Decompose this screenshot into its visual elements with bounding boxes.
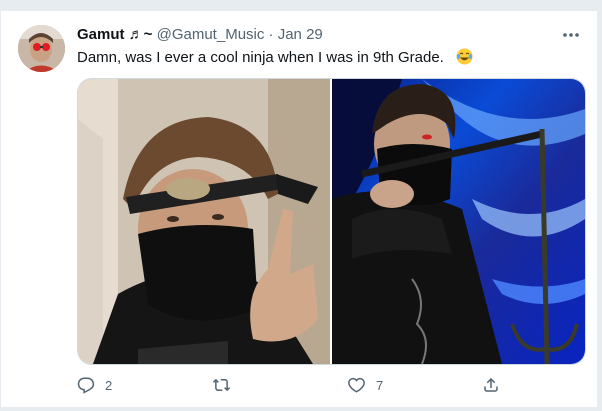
tweet-text-content: Damn, was I ever a cool ninja when I was… [77,49,444,66]
retweet-button[interactable] [212,373,241,397]
reply-button[interactable]: 2 [77,373,112,397]
tweet-header: Gamut ♬~ @Gamut_Music · Jan 29 [77,25,323,45]
ninja-photo-headband[interactable] [78,79,330,364]
reply-count: 2 [105,377,113,393]
share-icon [482,376,500,394]
user-handle[interactable]: @Gamut_Music [157,26,265,43]
tweet-date[interactable]: Jan 29 [278,26,323,43]
tweet-media[interactable] [77,78,586,365]
reply-icon [77,376,95,394]
avatar[interactable] [18,25,65,72]
tweet-card[interactable]: Gamut ♬~ @Gamut_Music · Jan 29 Damn, was… [1,11,597,407]
tweet-text: Damn, was I ever a cool ninja when I was… [77,48,473,68]
more-options-icon[interactable] [559,23,583,47]
like-button[interactable]: 7 [347,373,383,397]
face-with-tears-of-joy-icon [456,48,473,65]
tweet-actions: 2 7 [77,373,507,397]
ninja-photo-sai-blue-background[interactable] [332,79,585,364]
retweet-icon [212,376,231,394]
like-count: 7 [376,377,384,393]
display-name[interactable]: Gamut ♬~ [77,26,152,43]
meta-separator: · [268,26,274,43]
share-button[interactable] [482,373,500,397]
heart-icon [347,376,366,394]
